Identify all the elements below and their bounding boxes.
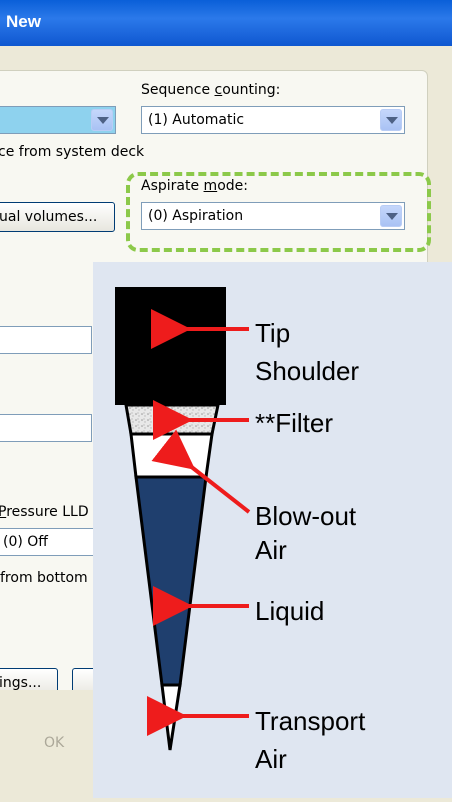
sequence-counting-value: (1) Automatic [148,112,245,128]
from-bottom-text: from bottom [0,570,88,586]
blowout-air-label-2: Air [255,535,287,565]
text-field[interactable] [0,414,92,442]
window-title: New [6,12,41,31]
pressure-lld-value: (0) Off [3,534,48,550]
sequence-source-text: ce from system deck [0,144,145,160]
tip-shoulder-region [115,287,226,405]
tip-shoulder-label-1: Tip [255,318,291,348]
tip-type-combo[interactable] [0,106,116,134]
sequence-counting-select[interactable]: (1) Automatic [141,106,405,134]
chevron-down-icon[interactable] [380,109,402,131]
individual-volumes-button[interactable]: ual volumes... [0,202,115,232]
transport-air-region [160,683,182,751]
pressure-lld-select[interactable]: (0) Off [0,528,96,556]
transport-air-label-1: Transport [255,706,366,736]
transport-air-label-2: Air [255,744,287,774]
blowout-air-label-1: Blow-out [255,501,357,531]
sequence-counting-label: Sequence counting: [141,82,281,98]
liquid-region [134,475,208,687]
text-field[interactable] [0,326,92,354]
ok-button[interactable]: OK [44,735,64,751]
tip-shoulder-label-2: Shoulder [255,356,360,386]
chevron-down-icon[interactable] [91,109,113,131]
blowout-air-region [129,432,214,479]
pipette-tip-diagram: Tip Shoulder **Filter Blow-out Air Liqui… [93,262,452,798]
filter-label: **Filter [255,408,334,438]
title-bar: New [0,0,452,46]
pressure-lld-label: Pressure LLD [0,504,89,520]
aspirate-mode-highlight [126,172,431,252]
liquid-label: Liquid [255,596,325,626]
